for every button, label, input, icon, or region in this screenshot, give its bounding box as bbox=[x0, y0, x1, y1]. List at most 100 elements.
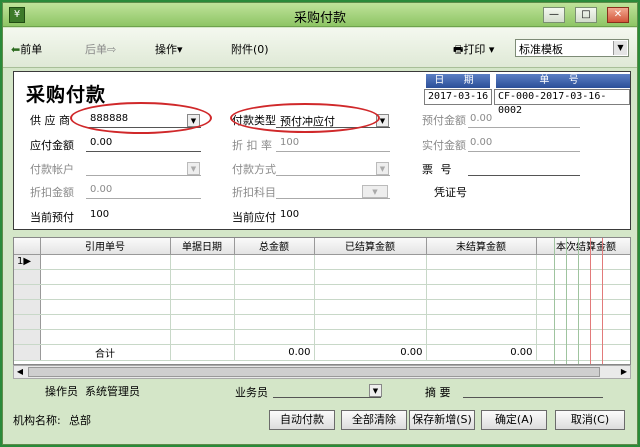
pay-method-label: 付款方式 bbox=[232, 163, 276, 176]
current-prepay-label: 当前预付 bbox=[30, 211, 74, 224]
salesman-dropdown-icon[interactable]: ▼ bbox=[369, 384, 382, 397]
next-bill-button[interactable]: 后单⇨ bbox=[85, 41, 116, 57]
pay-account-dropdown-icon[interactable]: ▼ bbox=[187, 162, 200, 175]
grid-guide-line bbox=[590, 238, 591, 364]
prepay-underline bbox=[468, 127, 580, 128]
actual-underline bbox=[468, 151, 580, 152]
horizontal-scrollbar[interactable]: ◀ ▶ bbox=[13, 365, 631, 379]
scroll-left-icon[interactable]: ◀ bbox=[14, 366, 26, 378]
minimize-button[interactable]: — bbox=[543, 7, 565, 23]
pay-method-dropdown-icon[interactable]: ▼ bbox=[376, 162, 389, 175]
table-row[interactable] bbox=[14, 314, 630, 330]
salesman-field[interactable] bbox=[273, 397, 381, 398]
title-bar: ¥ 采购付款 — □ ✕ bbox=[3, 3, 637, 27]
scroll-right-icon[interactable]: ▶ bbox=[618, 366, 630, 378]
purchase-payment-window: ¥ 采购付款 — □ ✕ ⬅前单 后单⇨ 操作▾ 附件(0) 🖶打印 ▾ 标准模… bbox=[2, 2, 638, 445]
column-header[interactable] bbox=[14, 238, 41, 255]
template-select[interactable]: 标准模板 ▼ bbox=[515, 39, 629, 57]
caret-down-icon: ▾ bbox=[177, 43, 183, 56]
chevron-down-icon: ▼ bbox=[613, 41, 627, 55]
org-value: 总部 bbox=[69, 414, 91, 427]
discount-amount-label: 折扣金额 bbox=[30, 186, 74, 199]
prev-bill-label: 前单 bbox=[20, 43, 43, 56]
current-payable-label: 当前应付 bbox=[232, 211, 276, 224]
print-label: 打印 bbox=[463, 43, 486, 56]
scrollbar-thumb[interactable] bbox=[28, 367, 600, 377]
cancel-button[interactable]: 取消(C) bbox=[555, 410, 625, 430]
operations-label: 操作 bbox=[155, 43, 177, 56]
column-header[interactable]: 引用单号 bbox=[40, 238, 171, 255]
column-header[interactable]: 已结算金额 bbox=[314, 238, 427, 255]
printer-icon: 🖶 bbox=[453, 43, 464, 56]
table-row[interactable] bbox=[14, 299, 630, 315]
ticket-no-field[interactable] bbox=[468, 175, 580, 176]
summary-label: 摘 要 bbox=[425, 386, 451, 399]
prepay-amount-value: 0.00 bbox=[470, 113, 493, 124]
template-value: 标准模板 bbox=[519, 43, 563, 56]
payable-amount-label: 应付金额 bbox=[30, 139, 74, 152]
payable-amount-input[interactable]: 0.00 bbox=[90, 137, 112, 148]
actual-amount-value: 0.00 bbox=[470, 137, 493, 148]
number-field[interactable]: CF-000-2017-03-16-0002 bbox=[494, 89, 630, 116]
actual-amount-label: 实付金额 bbox=[422, 139, 466, 152]
total-settled: 0.00 bbox=[314, 344, 427, 361]
total-amount: 0.00 bbox=[234, 344, 315, 361]
org-label: 机构名称: bbox=[13, 414, 61, 427]
table-row[interactable] bbox=[14, 269, 630, 285]
discount-rate-value: 100 bbox=[280, 137, 300, 148]
arrow-right-icon: ⇨ bbox=[107, 43, 117, 56]
supplier-label: 供 应 商 bbox=[30, 114, 70, 127]
next-bill-label: 后单 bbox=[85, 43, 107, 56]
clear-all-button[interactable]: 全部清除 bbox=[341, 410, 407, 430]
operations-menu[interactable]: 操作▾ bbox=[155, 41, 183, 57]
salesman-label: 业务员 bbox=[235, 386, 268, 399]
caret-down-icon: ▾ bbox=[485, 43, 495, 56]
table-row[interactable] bbox=[14, 284, 630, 300]
highlight-oval bbox=[70, 102, 212, 134]
discount-subject-picker-icon[interactable]: ▼ bbox=[362, 185, 388, 198]
row-marker: 1▶ bbox=[14, 254, 41, 270]
pay-method-field[interactable] bbox=[276, 175, 390, 176]
voucher-no-label: 凭证号 bbox=[434, 186, 467, 199]
current-payable-value: 100 bbox=[280, 209, 300, 220]
summary-field[interactable] bbox=[463, 397, 603, 398]
grid-guide-line bbox=[602, 238, 603, 364]
operator-value: 系统管理员 bbox=[85, 385, 140, 398]
pay-account-label: 付款帐户 bbox=[30, 163, 74, 176]
total-unsettled: 0.00 bbox=[426, 344, 537, 361]
grid-guide-line bbox=[566, 238, 567, 364]
current-prepay-value: 100 bbox=[90, 209, 110, 220]
grid-guide-line bbox=[554, 238, 555, 364]
payable-underline bbox=[86, 151, 201, 152]
maximize-button[interactable]: □ bbox=[575, 7, 597, 23]
column-header[interactable]: 本次结算金额 bbox=[536, 238, 630, 255]
table-row[interactable]: 1▶ bbox=[14, 254, 630, 270]
close-button[interactable]: ✕ bbox=[607, 7, 629, 23]
discount-amount-underline bbox=[86, 198, 201, 199]
prepay-amount-label: 预付金额 bbox=[422, 114, 466, 127]
discount-subject-field[interactable] bbox=[276, 198, 390, 199]
form-title: 采购付款 bbox=[26, 84, 107, 106]
ticket-no-label: 票 号 bbox=[422, 163, 454, 176]
column-header[interactable]: 总金额 bbox=[234, 238, 315, 255]
total-row: 合计 0.00 0.00 0.00 bbox=[14, 344, 630, 361]
save-new-button[interactable]: 保存新增(S) bbox=[409, 410, 475, 430]
discount-amount-value: 0.00 bbox=[90, 184, 113, 195]
discount-subject-label: 折扣科目 bbox=[232, 186, 276, 199]
column-header[interactable]: 单据日期 bbox=[170, 238, 235, 255]
column-header[interactable]: 未结算金额 bbox=[426, 238, 537, 255]
attachment-button[interactable]: 附件(0) bbox=[231, 41, 269, 57]
date-header: 日 期 bbox=[426, 74, 490, 88]
pay-account-field[interactable] bbox=[86, 175, 201, 176]
auto-pay-button[interactable]: 自动付款 bbox=[269, 410, 335, 430]
prev-bill-button[interactable]: ⬅前单 bbox=[11, 41, 42, 57]
confirm-button[interactable]: 确定(A) bbox=[481, 410, 547, 430]
grid-guide-line bbox=[578, 238, 579, 364]
window-title: 采购付款 bbox=[293, 11, 346, 26]
print-button[interactable]: 🖶打印 ▾ bbox=[453, 41, 494, 60]
detail-grid[interactable]: 引用单号 单据日期 总金额 已结算金额 未结算金额 本次结算金额 运 1▶ 合计… bbox=[13, 237, 631, 365]
table-row[interactable] bbox=[14, 329, 630, 345]
date-field[interactable]: 2017-03-16 bbox=[424, 89, 492, 105]
operator-label: 操作员 bbox=[45, 385, 78, 398]
toolbar: ⬅前单 后单⇨ 操作▾ 附件(0) 🖶打印 ▾ 标准模板 ▼ bbox=[3, 28, 637, 68]
